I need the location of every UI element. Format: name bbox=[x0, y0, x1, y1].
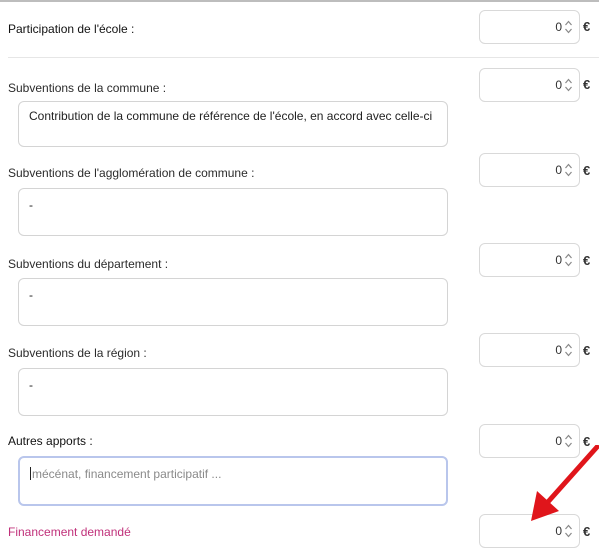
currency-symbol: € bbox=[583, 19, 591, 34]
subventions-region-input[interactable]: 0 bbox=[479, 333, 580, 367]
subventions-region-value: 0 bbox=[555, 343, 562, 357]
label-autres-apports: Autres apports : bbox=[8, 434, 93, 448]
currency-symbol: € bbox=[583, 343, 591, 358]
label-participation-ecole: Participation de l'école : bbox=[8, 22, 135, 36]
autres-apports-placeholder: mécénat, financement participatif ... bbox=[32, 467, 222, 481]
label-subventions-agglomeration: Subventions de l'agglomération de commun… bbox=[8, 166, 255, 180]
spinner-icon[interactable] bbox=[564, 19, 573, 35]
label-financement-demande: Financement demandé bbox=[8, 525, 131, 539]
subventions-region-details[interactable]: - bbox=[18, 368, 448, 416]
red-arrow-icon bbox=[531, 445, 599, 521]
currency-symbol: € bbox=[583, 77, 591, 92]
participation-ecole-value: 0 bbox=[555, 20, 562, 34]
top-divider bbox=[0, 0, 599, 2]
autres-apports-details[interactable]: mécénat, financement participatif ... bbox=[18, 456, 448, 506]
subventions-commune-input[interactable]: 0 bbox=[479, 68, 580, 102]
label-subventions-commune: Subventions de la commune : bbox=[8, 81, 167, 95]
subventions-agglomeration-input[interactable]: 0 bbox=[479, 153, 580, 187]
spinner-icon[interactable] bbox=[564, 252, 573, 268]
spinner-icon[interactable] bbox=[564, 342, 573, 358]
currency-symbol: € bbox=[583, 163, 591, 178]
spinner-icon[interactable] bbox=[564, 162, 573, 178]
participation-ecole-input[interactable]: 0 bbox=[479, 10, 580, 44]
currency-symbol: € bbox=[583, 524, 591, 539]
text-caret bbox=[30, 467, 31, 480]
subventions-departement-input[interactable]: 0 bbox=[479, 243, 580, 277]
divider bbox=[8, 57, 599, 58]
subventions-agglomeration-details[interactable]: - bbox=[18, 188, 448, 236]
spinner-icon[interactable] bbox=[564, 523, 573, 539]
subventions-commune-details[interactable]: Contribution de la commune de référence … bbox=[18, 101, 448, 147]
label-subventions-departement: Subventions du département : bbox=[8, 257, 169, 271]
currency-symbol: € bbox=[583, 253, 591, 268]
subventions-commune-value: 0 bbox=[555, 78, 562, 92]
spinner-icon[interactable] bbox=[564, 77, 573, 93]
subventions-agglomeration-value: 0 bbox=[555, 163, 562, 177]
financement-demande-value: 0 bbox=[555, 524, 562, 538]
subventions-departement-details[interactable]: - bbox=[18, 278, 448, 326]
subventions-departement-value: 0 bbox=[555, 253, 562, 267]
label-subventions-region: Subventions de la région : bbox=[8, 346, 147, 360]
